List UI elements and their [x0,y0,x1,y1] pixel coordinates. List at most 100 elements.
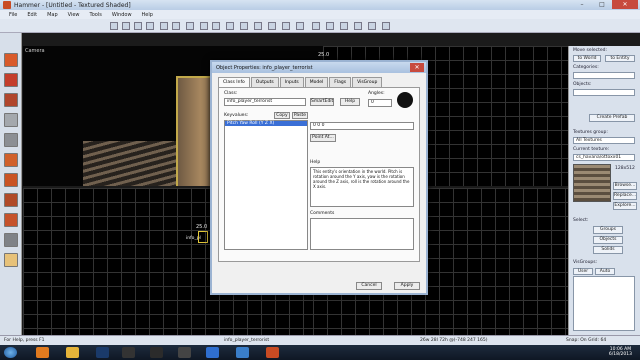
clip-tool-icon[interactable] [4,233,18,247]
steam-icon[interactable] [122,347,135,358]
apply-button[interactable]: Apply [394,282,420,290]
maximize-button[interactable]: □ [592,0,612,9]
point-at-button[interactable]: Point At... [310,134,336,142]
tab-class-info[interactable]: Class Info [218,77,250,87]
toolbar-tool-icon[interactable] [226,22,234,30]
visgroups-user-tab[interactable]: User [573,268,593,275]
tab-inputs[interactable]: Inputs [279,77,304,87]
browse-button[interactable]: Browse... [613,182,637,190]
current-texture-dropdown[interactable]: cs_havana/ottoxx01 [573,154,635,161]
tab-outputs[interactable]: Outputs [250,77,279,87]
selection-tool-icon[interactable] [4,53,18,67]
angles-dropdown[interactable]: 0 [368,99,392,107]
magnify-tool-icon[interactable] [4,73,18,87]
copy-button[interactable]: Copy [274,112,290,119]
explore-button[interactable]: Explore... [613,202,637,210]
apply-texture-icon[interactable] [4,173,18,187]
replace-button[interactable]: Replace... [613,192,637,200]
tab-visgroup[interactable]: VisGroup [352,77,383,87]
app-icon[interactable] [236,347,249,358]
toolbar-tool-icon[interactable] [254,22,262,30]
toolbar-tool-icon[interactable] [268,22,276,30]
angles-label: Angles: [368,91,385,96]
overlay-tool-icon[interactable] [4,213,18,227]
toolbar-tool-icon[interactable] [200,22,208,30]
menu-help[interactable]: Help [137,10,158,19]
media-player-icon[interactable] [96,347,109,358]
objects-dropdown[interactable] [573,89,635,96]
toolbar-tool-icon[interactable] [296,22,304,30]
hammer-taskbar-icon[interactable] [266,347,279,358]
toolbar-tool-icon[interactable] [368,22,376,30]
app-icon[interactable] [178,347,191,358]
minimize-button[interactable]: – [572,0,592,9]
dialog-close-icon[interactable]: ✕ [410,63,424,72]
select-groups-button[interactable]: Groups [593,226,623,234]
vertex-tool-icon[interactable] [4,253,18,267]
dialog-tabs: Class Info Outputs Inputs Model Flags Vi… [218,77,383,87]
menu-tools[interactable]: Tools [85,10,107,19]
toolbar-tool-icon[interactable] [312,22,320,30]
app-icon[interactable] [150,347,163,358]
class-dropdown[interactable]: info_player_terrorist [224,98,306,106]
textures-group-label: Textures group: [573,130,608,135]
toolbar-tool-icon[interactable] [282,22,290,30]
toolbar-tool-icon[interactable] [354,22,362,30]
start-button-icon[interactable] [4,347,17,358]
toolbar-tool-icon[interactable] [382,22,390,30]
toolbar-tool-icon[interactable] [186,22,194,30]
comments-label: Comments [310,211,335,216]
visgroups-list[interactable] [573,276,635,331]
texture-tool-icon[interactable] [4,153,18,167]
taskbar-clock[interactable]: 10:06 AM 6/18/2013 [609,347,632,357]
toolbar-tool-icon[interactable] [122,22,130,30]
toolbar-tool-icon[interactable] [326,22,334,30]
app-icon[interactable] [206,347,219,358]
menu-file[interactable]: File [4,10,22,19]
keyvalue-row-selected[interactable]: Pitch Yaw Roll (Y Z X) [225,121,307,126]
visgroups-auto-tab[interactable]: Auto [595,268,615,275]
toolbar-tool-icon[interactable] [134,22,142,30]
to-entity-button[interactable]: to Entity [605,55,635,62]
toolbar-tool-icon[interactable] [212,22,220,30]
toolbar-tool-icon[interactable] [340,22,348,30]
paste-button[interactable]: Paste [292,112,308,119]
entity-tool-icon[interactable] [4,113,18,127]
toolbar-tool-icon[interactable] [160,22,168,30]
select-objects-button[interactable]: Objects [593,236,623,244]
toolbar-tool-icon[interactable] [240,22,248,30]
cancel-button[interactable]: Cancel [356,282,382,290]
viewport-label: Camera [25,48,45,54]
explorer-icon[interactable] [66,347,79,358]
smartedit-button[interactable]: SmartEdit [310,98,334,106]
tab-model[interactable]: Model [304,77,329,87]
menu-map[interactable]: Map [42,10,63,19]
select-solids-button[interactable]: Solids [593,246,623,254]
block-tool-icon[interactable] [4,133,18,147]
help-button[interactable]: Help [340,98,360,106]
decal-tool-icon[interactable] [4,193,18,207]
keyvalues-list[interactable]: Pitch Yaw Roll (Y Z X) [224,120,308,250]
comments-textarea[interactable] [310,218,414,250]
menu-window[interactable]: Window [107,10,137,19]
angle-dial-icon[interactable] [397,92,413,108]
menu-edit[interactable]: Edit [22,10,42,19]
toolbar-tool-icon[interactable] [146,22,154,30]
tab-flags[interactable]: Flags [329,77,352,87]
status-help-text: For Help, press F1 [4,338,45,343]
textures-group-dropdown[interactable]: All Textures [573,137,635,144]
entity-marker-box[interactable] [198,231,208,243]
close-button[interactable]: ✕ [612,0,638,9]
toolbar-tool-icon[interactable] [172,22,180,30]
windows-taskbar: 10:06 AM 6/18/2013 [0,345,640,360]
to-world-button[interactable]: to World [573,55,601,62]
create-prefab-button[interactable]: Create Prefab [589,114,635,122]
menu-view[interactable]: View [63,10,85,19]
keyvalue-value-input[interactable]: 0 0 0 [310,122,414,130]
camera-tool-icon[interactable] [4,93,18,107]
clock-date: 6/18/2013 [608,352,632,357]
objects-label: Objects: [573,82,592,87]
firefox-icon[interactable] [36,347,49,358]
toolbar-tool-icon[interactable] [110,22,118,30]
categories-dropdown[interactable] [573,72,635,79]
